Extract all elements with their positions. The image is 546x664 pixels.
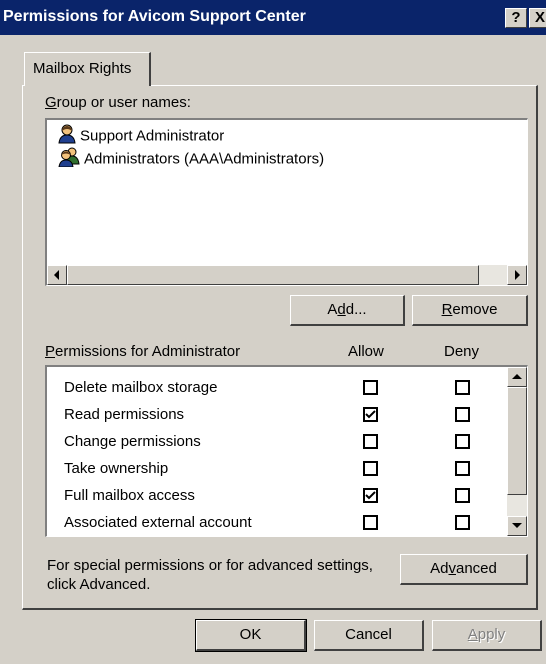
allow-checkbox[interactable] — [363, 434, 378, 449]
permissions-label: Permissions for Administrator — [45, 343, 241, 360]
checkmark-icon — [365, 491, 376, 500]
add-button[interactable]: Add... — [290, 295, 405, 326]
list-item[interactable]: Support Administrator — [57, 124, 224, 146]
scroll-thumb[interactable] — [67, 265, 479, 285]
allow-column-header: Allow — [348, 343, 384, 360]
group-names-label: Group or user names: — [45, 94, 191, 111]
permission-name: Full mailbox access — [64, 487, 195, 504]
scroll-up-button[interactable] — [507, 367, 527, 387]
arrow-right-icon — [515, 270, 520, 280]
scroll-down-button[interactable] — [507, 516, 527, 536]
arrow-up-icon — [512, 374, 522, 379]
scroll-thumb[interactable] — [507, 387, 527, 495]
advanced-button[interactable]: Advanced — [400, 554, 528, 585]
single-user-icon — [57, 124, 77, 148]
window-title: Permissions for Avicom Support Center — [3, 8, 306, 25]
list-item[interactable]: Administrators (AAA\Administrators) — [57, 147, 324, 169]
apply-button[interactable]: Apply — [432, 620, 542, 651]
remove-button[interactable]: Remove — [412, 295, 528, 326]
allow-checkbox[interactable] — [363, 488, 378, 503]
permission-name: Read permissions — [64, 406, 185, 423]
allow-checkbox[interactable] — [363, 461, 378, 476]
deny-checkbox[interactable] — [455, 380, 470, 395]
user-name: Support Administrator — [80, 127, 225, 145]
deny-checkbox[interactable] — [455, 515, 470, 530]
horizontal-scrollbar[interactable] — [47, 265, 527, 285]
permission-row: Full mailbox access — [47, 483, 502, 510]
tab-mailbox-rights[interactable]: Mailbox Rights — [24, 52, 151, 86]
vertical-scrollbar[interactable] — [507, 367, 527, 536]
permissions-list: Delete mailbox storage Read permissions … — [45, 365, 528, 537]
cancel-button[interactable]: Cancel — [314, 620, 424, 651]
permission-row: Associated external account — [47, 510, 502, 536]
advanced-note-line2: click Advanced. — [47, 576, 151, 593]
user-group-icon — [57, 147, 81, 171]
allow-checkbox[interactable] — [363, 407, 378, 422]
permission-name: Change permissions — [64, 433, 201, 450]
permissions-dialog: Permissions for Avicom Support Center ? … — [0, 0, 546, 664]
group-user-list[interactable]: Support Administrator Administrators (AA… — [45, 118, 528, 286]
deny-column-header: Deny — [444, 343, 480, 360]
permission-row: Read permissions — [47, 402, 502, 429]
user-name: Administrators (AAA\Administrators) — [84, 150, 325, 168]
permission-name: Delete mailbox storage — [64, 379, 218, 396]
permission-row: Take ownership — [47, 456, 502, 483]
arrow-left-icon — [54, 270, 59, 280]
tab-label: Mailbox Rights — [33, 60, 132, 77]
permission-name: Take ownership — [64, 460, 169, 477]
checkmark-icon — [365, 410, 376, 419]
scroll-left-button[interactable] — [47, 265, 67, 285]
deny-checkbox[interactable] — [455, 461, 470, 476]
scroll-right-button[interactable] — [507, 265, 527, 285]
title-bar[interactable]: Permissions for Avicom Support Center ? … — [0, 0, 546, 35]
permission-row: Delete mailbox storage — [47, 375, 502, 402]
deny-checkbox[interactable] — [455, 407, 470, 422]
permission-row: Change permissions — [47, 429, 502, 456]
arrow-down-icon — [512, 523, 522, 528]
allow-checkbox[interactable] — [363, 515, 378, 530]
deny-checkbox[interactable] — [455, 488, 470, 503]
close-button[interactable]: X — [529, 8, 546, 28]
permission-name: Associated external account — [64, 514, 252, 531]
advanced-note-line1: For special permissions or for advanced … — [47, 557, 373, 574]
ok-button[interactable]: OK — [195, 619, 307, 652]
help-button[interactable]: ? — [505, 8, 527, 28]
allow-checkbox[interactable] — [363, 380, 378, 395]
deny-checkbox[interactable] — [455, 434, 470, 449]
